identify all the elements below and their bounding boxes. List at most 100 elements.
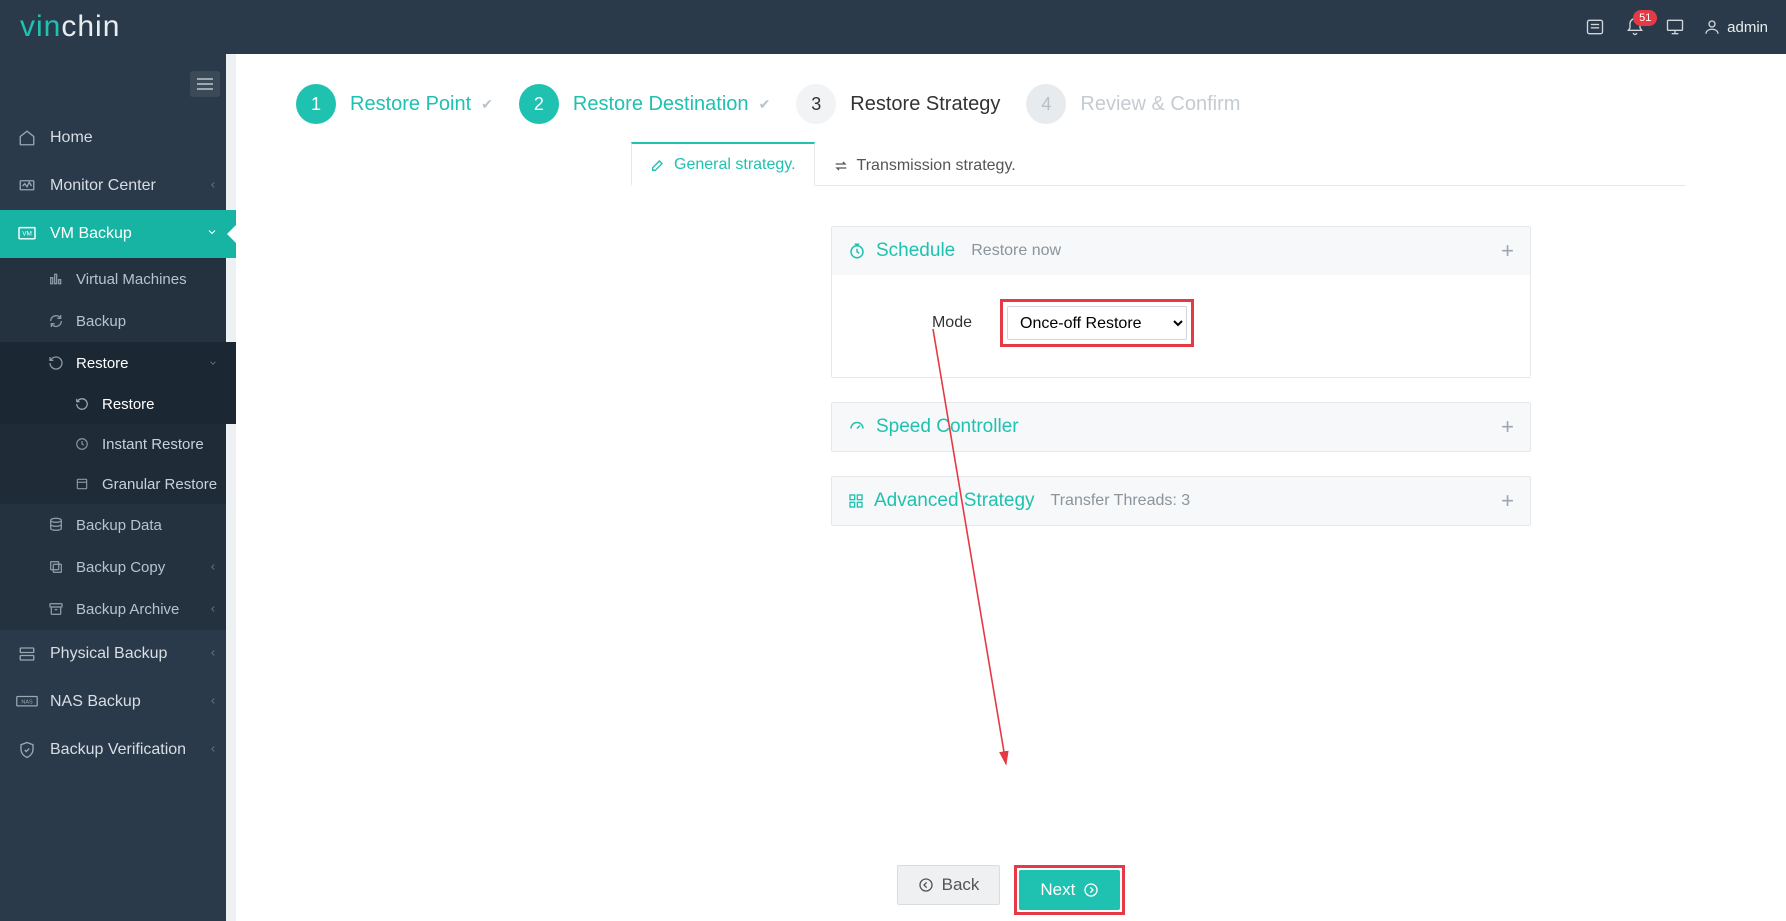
clock-icon xyxy=(848,242,866,260)
schedule-panel-body: Mode Once-off Restore xyxy=(832,275,1530,377)
sidebar-item-backup-archive[interactable]: Backup Archive xyxy=(0,588,236,630)
sidebar-item-backup[interactable]: Backup xyxy=(0,300,236,342)
logo-part1: vin xyxy=(20,10,61,44)
next-button[interactable]: Next xyxy=(1019,870,1120,910)
notification-bell-icon[interactable]: 51 xyxy=(1615,7,1655,47)
bar-chart-icon xyxy=(44,271,68,287)
arrow-right-circle-icon xyxy=(1083,882,1099,898)
user-menu[interactable]: admin xyxy=(1703,18,1768,36)
monitor-center-icon xyxy=(14,177,40,195)
sidebar: Home Monitor Center VM VM Backup Virtual… xyxy=(0,54,236,921)
wizard-step-3[interactable]: 3 Restore Strategy xyxy=(796,84,1000,124)
arrow-left-circle-icon xyxy=(918,877,934,893)
copy-icon xyxy=(44,559,68,575)
speed-controller-header[interactable]: Speed Controller + xyxy=(832,403,1530,451)
username-label: admin xyxy=(1727,19,1768,36)
step-number: 2 xyxy=(519,84,559,124)
button-label: Next xyxy=(1040,880,1075,900)
chevron-left-icon xyxy=(208,645,218,663)
advanced-strategy-header[interactable]: Advanced Strategy Transfer Threads: 3 + xyxy=(832,477,1530,525)
sidebar-item-backup-data[interactable]: Backup Data xyxy=(0,504,236,546)
sidebar-item-label: Backup xyxy=(76,313,126,330)
sidebar-item-home[interactable]: Home xyxy=(0,114,236,162)
vm-backup-submenu: Virtual Machines Backup Restore Restore … xyxy=(0,258,236,630)
plus-icon: + xyxy=(1501,238,1514,264)
notification-badge: 51 xyxy=(1633,10,1657,26)
server-icon xyxy=(14,645,40,663)
strategy-tabs: General strategy. Transmission strategy. xyxy=(631,142,1686,186)
wizard-step-1[interactable]: 1 Restore Point ✔ xyxy=(296,84,493,124)
chevron-left-icon xyxy=(208,177,218,195)
sidebar-item-virtual-machines[interactable]: Virtual Machines xyxy=(0,258,236,300)
sidebar-item-label: Restore xyxy=(102,396,155,413)
speed-controller-panel: Speed Controller + xyxy=(831,402,1531,452)
task-list-icon[interactable] xyxy=(1575,7,1615,47)
sidebar-item-label: VM Backup xyxy=(50,225,132,243)
chevron-down-icon xyxy=(206,225,218,243)
chevron-left-icon xyxy=(208,559,218,576)
sidebar-item-label: Restore xyxy=(76,355,129,372)
step-label: Review & Confirm xyxy=(1080,93,1240,116)
sidebar-item-label: Instant Restore xyxy=(102,436,204,453)
wizard-footer-buttons: Back Next xyxy=(236,853,1786,921)
sidebar-item-nas-backup[interactable]: NAS NAS Backup xyxy=(0,678,236,726)
main-content: 1 Restore Point ✔ 2 Restore Destination … xyxy=(236,54,1786,921)
monitor-icon[interactable] xyxy=(1655,7,1695,47)
button-label: Back xyxy=(942,875,980,895)
step-number: 3 xyxy=(796,84,836,124)
sidebar-toggle-button[interactable] xyxy=(190,71,220,97)
sidebar-item-vm-backup[interactable]: VM VM Backup xyxy=(0,210,236,258)
back-button[interactable]: Back xyxy=(897,865,1001,905)
sidebar-item-monitor-center[interactable]: Monitor Center xyxy=(0,162,236,210)
annotation-highlight-mode: Once-off Restore xyxy=(1000,299,1194,347)
plus-icon: + xyxy=(1501,488,1514,514)
sidebar-item-granular-restore[interactable]: Granular Restore xyxy=(0,464,236,504)
step-label: Restore Point xyxy=(350,93,471,116)
schedule-panel-header[interactable]: Schedule Restore now + xyxy=(832,227,1530,275)
tab-general-strategy[interactable]: General strategy. xyxy=(631,142,815,186)
gauge-icon xyxy=(848,418,866,436)
wizard-step-2[interactable]: 2 Restore Destination ✔ xyxy=(519,84,770,124)
check-icon: ✔ xyxy=(481,96,493,113)
sidebar-item-label: Backup Data xyxy=(76,517,162,534)
sidebar-item-label: Monitor Center xyxy=(50,177,156,195)
sidebar-item-backup-copy[interactable]: Backup Copy xyxy=(0,546,236,588)
verify-icon xyxy=(14,741,40,759)
vm-icon: VM xyxy=(14,226,40,242)
home-icon xyxy=(14,129,40,147)
panel-title: Advanced Strategy xyxy=(874,490,1035,512)
restore-icon xyxy=(70,397,94,411)
chevron-left-icon xyxy=(208,693,218,711)
tab-transmission-strategy[interactable]: Transmission strategy. xyxy=(815,142,1034,185)
advanced-strategy-panel: Advanced Strategy Transfer Threads: 3 + xyxy=(831,476,1531,526)
panel-meta: Restore now xyxy=(971,242,1061,260)
refresh-icon xyxy=(44,313,68,329)
sidebar-item-restore[interactable]: Restore xyxy=(0,342,236,384)
schedule-panel: Schedule Restore now + Mode Once-off Res… xyxy=(831,226,1531,378)
wizard-step-4[interactable]: 4 Review & Confirm xyxy=(1026,84,1240,124)
plus-icon: + xyxy=(1501,414,1514,440)
check-icon: ✔ xyxy=(759,96,771,113)
sidebar-item-label: Backup Archive xyxy=(76,601,179,618)
step-number: 1 xyxy=(296,84,336,124)
sidebar-item-label: Backup Copy xyxy=(76,559,165,576)
chevron-down-icon xyxy=(208,355,218,372)
restore-icon xyxy=(44,355,68,371)
svg-text:NAS: NAS xyxy=(21,700,33,706)
mode-label: Mode xyxy=(852,314,972,332)
grid-icon xyxy=(848,493,864,509)
instant-icon xyxy=(70,437,94,451)
mode-select[interactable]: Once-off Restore xyxy=(1007,306,1187,340)
database-icon xyxy=(44,517,68,533)
sidebar-item-backup-verification[interactable]: Backup Verification xyxy=(0,726,236,774)
sidebar-item-label: Physical Backup xyxy=(50,645,167,663)
wizard-steps: 1 Restore Point ✔ 2 Restore Destination … xyxy=(236,54,1786,142)
granular-icon xyxy=(70,477,94,491)
sidebar-item-restore-job[interactable]: Restore xyxy=(0,384,236,424)
archive-icon xyxy=(44,601,68,617)
panel-title: Schedule xyxy=(876,240,955,262)
sidebar-item-instant-restore[interactable]: Instant Restore xyxy=(0,424,236,464)
chevron-left-icon xyxy=(208,741,218,759)
sidebar-item-physical-backup[interactable]: Physical Backup xyxy=(0,630,236,678)
step-label: Restore Strategy xyxy=(850,93,1000,116)
